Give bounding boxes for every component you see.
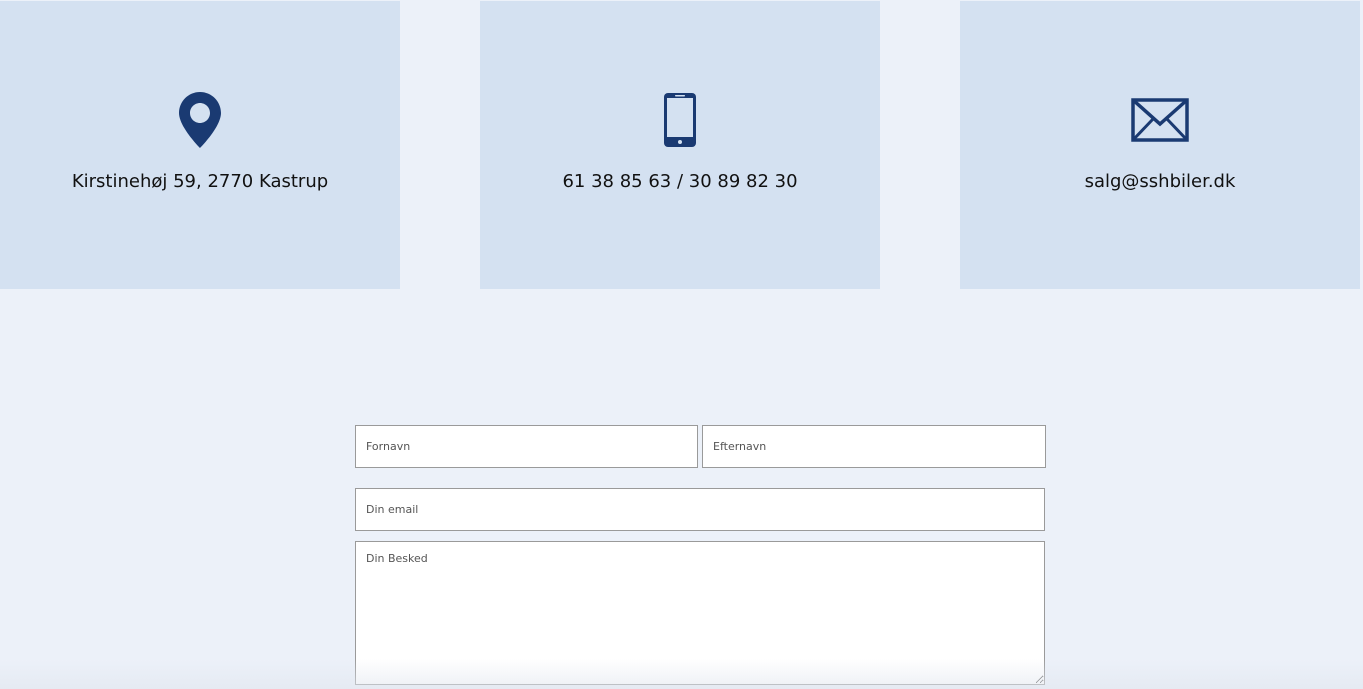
message-textarea[interactable]	[355, 541, 1045, 685]
phone-card: 61 38 85 63 / 30 89 82 30	[480, 1, 880, 289]
mobile-phone-icon	[480, 91, 880, 149]
contact-page: Kirstinehøj 59, 2770 Kastrup 61 38 85 63…	[0, 0, 1363, 689]
email-card: salg@sshbiler.dk	[960, 1, 1360, 289]
first-name-input[interactable]	[355, 425, 698, 468]
address-text: Kirstinehøj 59, 2770 Kastrup	[71, 171, 329, 192]
map-pin-icon	[0, 91, 400, 149]
email-text: salg@sshbiler.dk	[1084, 171, 1236, 192]
envelope-icon	[960, 91, 1360, 149]
email-input[interactable]	[355, 488, 1045, 531]
last-name-input[interactable]	[702, 425, 1046, 468]
address-card: Kirstinehøj 59, 2770 Kastrup	[0, 1, 400, 289]
phone-text: 61 38 85 63 / 30 89 82 30	[562, 171, 798, 192]
